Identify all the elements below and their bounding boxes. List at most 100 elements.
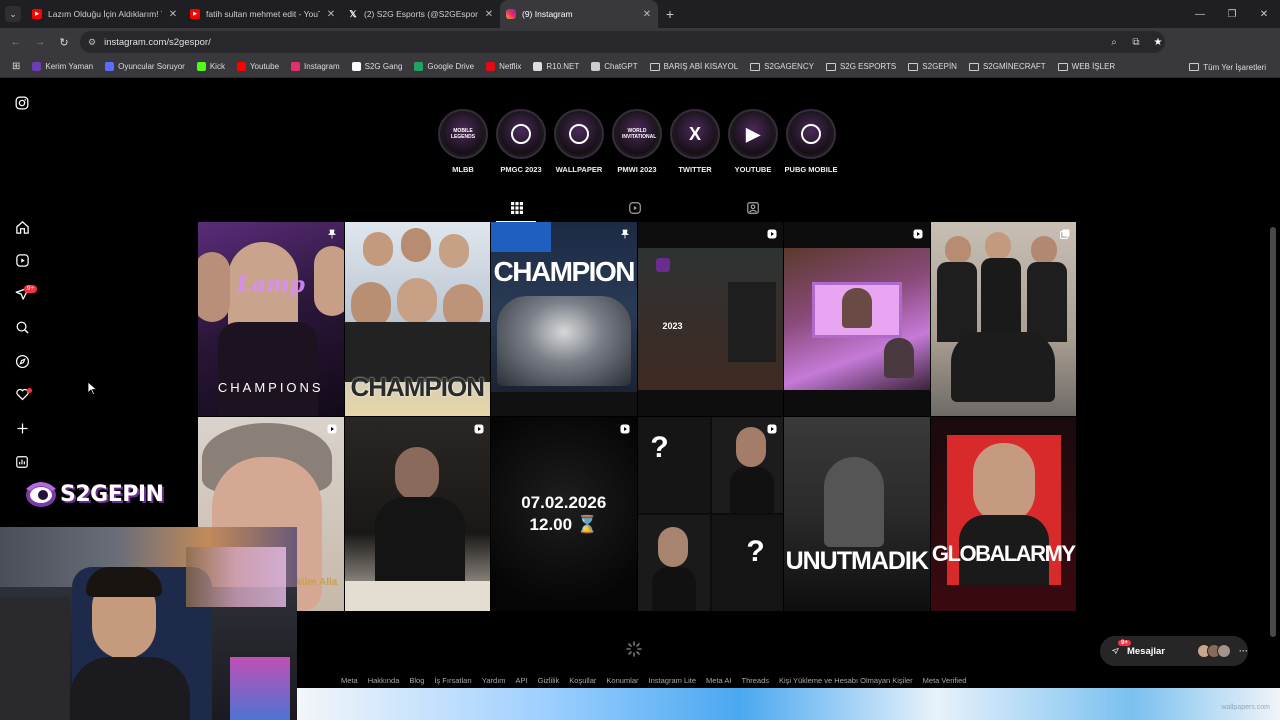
apps-icon[interactable]: ⊞: [6, 56, 26, 78]
footer-link[interactable]: API: [516, 676, 528, 685]
story-highlight[interactable]: WORLD INVITATIONAL PMWI 2023: [612, 109, 662, 174]
post-tile[interactable]: 2023: [637, 222, 783, 416]
minimize-button[interactable]: —: [1184, 0, 1216, 28]
maximize-button[interactable]: ❐: [1216, 0, 1248, 28]
bookmark-item[interactable]: ChatGPT: [585, 56, 643, 78]
direct-badge: 9+: [24, 285, 37, 293]
footer-link[interactable]: Threads: [741, 676, 769, 685]
browser-tab[interactable]: ▶ fatih sultan mehmet edit - YouT ✕: [184, 0, 342, 28]
footer-link[interactable]: İş Fırsatları: [434, 676, 472, 685]
home-icon[interactable]: [12, 217, 32, 237]
bookmark-item[interactable]: Kick: [191, 56, 231, 78]
tagged-tab[interactable]: [745, 200, 761, 216]
posts-tab[interactable]: [509, 200, 525, 216]
bookmark-item[interactable]: S2G ESPORTS: [820, 56, 902, 78]
post-tile[interactable]: [784, 222, 930, 416]
messages-label: Mesajlar: [1126, 645, 1165, 657]
bookmark-item[interactable]: Instagram: [285, 56, 346, 78]
bookmark-label: R10.NET: [546, 62, 580, 71]
highlight-cover-image: WORLD INVITATIONAL: [617, 113, 657, 155]
post-tile[interactable]: ? ?: [637, 417, 783, 611]
search-icon[interactable]: [12, 317, 32, 337]
reel-icon: [913, 228, 924, 239]
dashboard-icon[interactable]: [12, 452, 32, 472]
bookmark-item[interactable]: BARIŞ ABİ KISAYOL: [644, 56, 745, 78]
story-highlight[interactable]: ▶ YOUTUBE: [728, 109, 778, 174]
back-button[interactable]: ←: [4, 28, 28, 56]
browser-tab[interactable]: ▶ Lazım Olduğu İçin Aldıklarım! T ✕: [26, 0, 184, 28]
bookmark-star-icon[interactable]: ★: [1150, 37, 1166, 48]
bookmark-item[interactable]: S2GMİNECRAFT: [963, 56, 1052, 78]
reload-button[interactable]: ↻: [52, 28, 76, 56]
instagram-logo-icon[interactable]: [12, 93, 32, 113]
post-tile[interactable]: [930, 222, 1076, 416]
bookmark-item[interactable]: S2GAGENCY: [744, 56, 820, 78]
post-tile[interactable]: UNUTMADIK: [784, 417, 930, 611]
browser-tab[interactable]: (9) Instagram ✕: [500, 0, 658, 28]
bookmark-item[interactable]: Youtube: [231, 56, 285, 78]
post-tile[interactable]: Lamp CHAMPIONS: [198, 222, 344, 416]
story-highlight[interactable]: PUBG MOBILE: [785, 109, 837, 174]
bookmark-item[interactable]: Oyuncular Soruyor: [99, 56, 191, 78]
footer-link[interactable]: Yardım: [482, 676, 506, 685]
stream-overlay-strip: [297, 688, 1280, 720]
footer-link[interactable]: Koşullar: [569, 676, 596, 685]
footer-link[interactable]: Konumlar: [606, 676, 638, 685]
messages-button[interactable]: 9+ Mesajlar ···: [1100, 636, 1248, 666]
forward-button[interactable]: →: [28, 28, 52, 56]
footer-link[interactable]: Hakkında: [368, 676, 400, 685]
close-window-button[interactable]: ✕: [1248, 0, 1280, 28]
footer-link[interactable]: Gizlilik: [538, 676, 560, 685]
story-highlight[interactable]: MOBILE LEGENDS MLBB: [438, 109, 488, 174]
footer-link[interactable]: Kişi Yükleme ve Hesabı Olmayan Kişiler: [779, 676, 913, 685]
address-bar[interactable]: ⚙ instagram.com/s2gespor/: [80, 31, 1165, 53]
bookmark-item[interactable]: S2G Gang: [346, 56, 409, 78]
story-highlight[interactable]: X TWITTER: [670, 109, 720, 174]
bookmark-label: S2G Gang: [364, 62, 403, 71]
explore-icon[interactable]: [12, 351, 32, 371]
reels-icon[interactable]: [12, 250, 32, 270]
bookmark-item[interactable]: Netflix: [480, 56, 527, 78]
post-text: CHAMPION: [493, 256, 636, 287]
create-icon[interactable]: [12, 418, 32, 438]
post-tile[interactable]: GLOBALARMY: [930, 417, 1076, 611]
bookmark-item[interactable]: Kerim Yaman: [26, 56, 99, 78]
footer-link[interactable]: Meta: [341, 676, 358, 685]
reels-tab[interactable]: [627, 200, 643, 216]
highlight-glyph: MOBILE LEGENDS: [450, 128, 476, 140]
cast-icon[interactable]: ⧉: [1128, 37, 1144, 48]
bookmark-item[interactable]: Google Drive: [408, 56, 480, 78]
highlight-cover-image: ▶: [733, 113, 773, 155]
bookmark-favicon-icon: [105, 62, 115, 71]
highlight-cover-image: X: [675, 113, 715, 155]
bookmark-favicon-icon: [351, 62, 361, 71]
close-tab-icon[interactable]: ✕: [168, 9, 178, 20]
browser-tab[interactable]: 𝕏 (2) S2G Esports (@S2GEspor) / ✕: [342, 0, 500, 28]
footer-link[interactable]: Instagram Lite: [649, 676, 697, 685]
post-tile[interactable]: [344, 417, 490, 611]
close-tab-icon[interactable]: ✕: [326, 9, 336, 20]
footer-link[interactable]: Meta Verified: [923, 676, 967, 685]
close-tab-icon[interactable]: ✕: [484, 9, 494, 20]
close-tab-icon[interactable]: ✕: [642, 9, 652, 20]
logo-text: S2GEPIN: [60, 481, 164, 507]
post-tile[interactable]: CHAMPION: [344, 222, 490, 416]
site-info-icon[interactable]: ⚙: [88, 37, 96, 48]
page-scrollbar[interactable]: [1270, 227, 1276, 637]
footer-link[interactable]: Meta AI: [706, 676, 731, 685]
bookmark-item[interactable]: R10.NET: [527, 56, 585, 78]
tab-search-button[interactable]: ⌄: [0, 0, 26, 28]
bookmark-item[interactable]: S2GEPİN: [902, 56, 963, 78]
post-tile[interactable]: CHAMPION: [491, 222, 637, 416]
zoom-icon[interactable]: ⌕: [1106, 37, 1122, 48]
story-highlight[interactable]: PMGC 2023: [496, 109, 546, 174]
post-tile[interactable]: 07.02.2026 12.00 ⌛: [491, 417, 637, 611]
story-highlight[interactable]: WALLPAPER: [554, 109, 604, 174]
new-tab-button[interactable]: +: [658, 6, 682, 22]
post-subtext: 12.00 ⌛: [529, 515, 598, 534]
footer-link[interactable]: Blog: [409, 676, 424, 685]
all-bookmarks[interactable]: Tüm Yer İşaretleri: [1183, 56, 1272, 78]
bookmark-item[interactable]: WEB İŞLER: [1052, 56, 1122, 78]
heart-icon[interactable]: [12, 384, 32, 404]
eye-logo-icon: [26, 482, 56, 507]
